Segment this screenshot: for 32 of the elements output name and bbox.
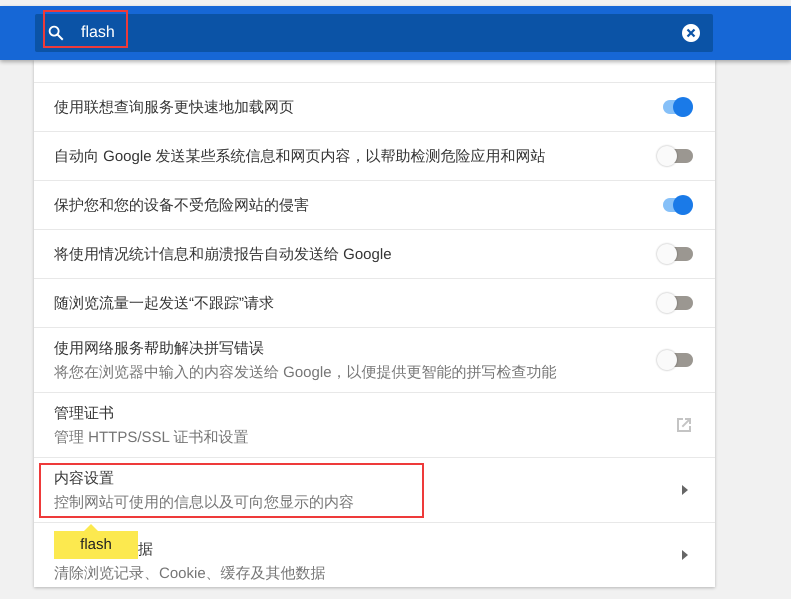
search-input[interactable]: flash — [81, 22, 665, 44]
row-title: 将使用情况统计信息和崩溃报告自动发送给 Google — [54, 244, 392, 264]
caret-right-icon[interactable] — [681, 485, 689, 495]
settings-row[interactable]: 将使用情况统计信息和崩溃报告自动发送给 Google — [34, 229, 715, 278]
toggle-switch[interactable] — [657, 293, 693, 313]
caret-right-icon[interactable] — [681, 550, 689, 560]
toggle-switch[interactable] — [657, 350, 693, 370]
toggle-switch[interactable] — [657, 244, 693, 264]
settings-row[interactable]: 管理证书 管理 HTTPS/SSL 证书和设置 — [34, 392, 715, 457]
row-title: 管理证书 — [54, 404, 114, 422]
toggle-switch[interactable] — [657, 146, 693, 166]
row-title: 内容设置 — [54, 468, 114, 488]
row-subtitle: 管理 HTTPS/SSL 证书和设置 — [54, 428, 248, 446]
settings-row[interactable]: flash 据 清除浏览记录、Cookie、缓存及其他数据 — [34, 522, 715, 587]
row-subtitle: 清除浏览记录、Cookie、缓存及其他数据 — [54, 564, 326, 582]
search-icon — [47, 24, 65, 42]
row-title: 随浏览流量一起发送“不跟踪”请求 — [54, 294, 274, 312]
row-subtitle: 控制网站可使用的信息以及可向您显示的内容 — [54, 492, 354, 512]
row-title: 自动向 Google 发送某些系统信息和网页内容，以帮助检测危险应用和网站 — [54, 146, 546, 166]
row-title: 使用联想查询服务更快速地加载网页 — [54, 98, 294, 116]
settings-row[interactable]: 使用联想查询服务更快速地加载网页 — [34, 82, 715, 131]
settings-row[interactable]: 内容设置 控制网站可使用的信息以及可向您显示的内容 — [34, 457, 715, 522]
row-title: 据 — [138, 540, 153, 558]
settings-row[interactable]: 保护您和您的设备不受危险网站的侵害 — [34, 180, 715, 229]
row-title: 保护您和您的设备不受危险网站的侵害 — [54, 196, 309, 214]
row-title: 使用网络服务帮助解决拼写错误 — [54, 338, 264, 358]
settings-row[interactable]: 使用网络服务帮助解决拼写错误 将您在浏览器中输入的内容发送给 Google，以便提供更智能的拼写检查功能 — [34, 327, 715, 392]
settings-row[interactable]: 自动向 Google 发送某些系统信息和网页内容，以帮助检测危险应用和网站 — [34, 131, 715, 180]
clear-icon[interactable] — [681, 23, 701, 43]
row-subtitle: 将您在浏览器中输入的内容发送给 Google，以便提供更智能的拼写检查功能 — [54, 362, 557, 382]
settings-row[interactable]: 随浏览流量一起发送“不跟踪”请求 — [34, 278, 715, 327]
bubble-pointer-icon — [84, 524, 98, 530]
